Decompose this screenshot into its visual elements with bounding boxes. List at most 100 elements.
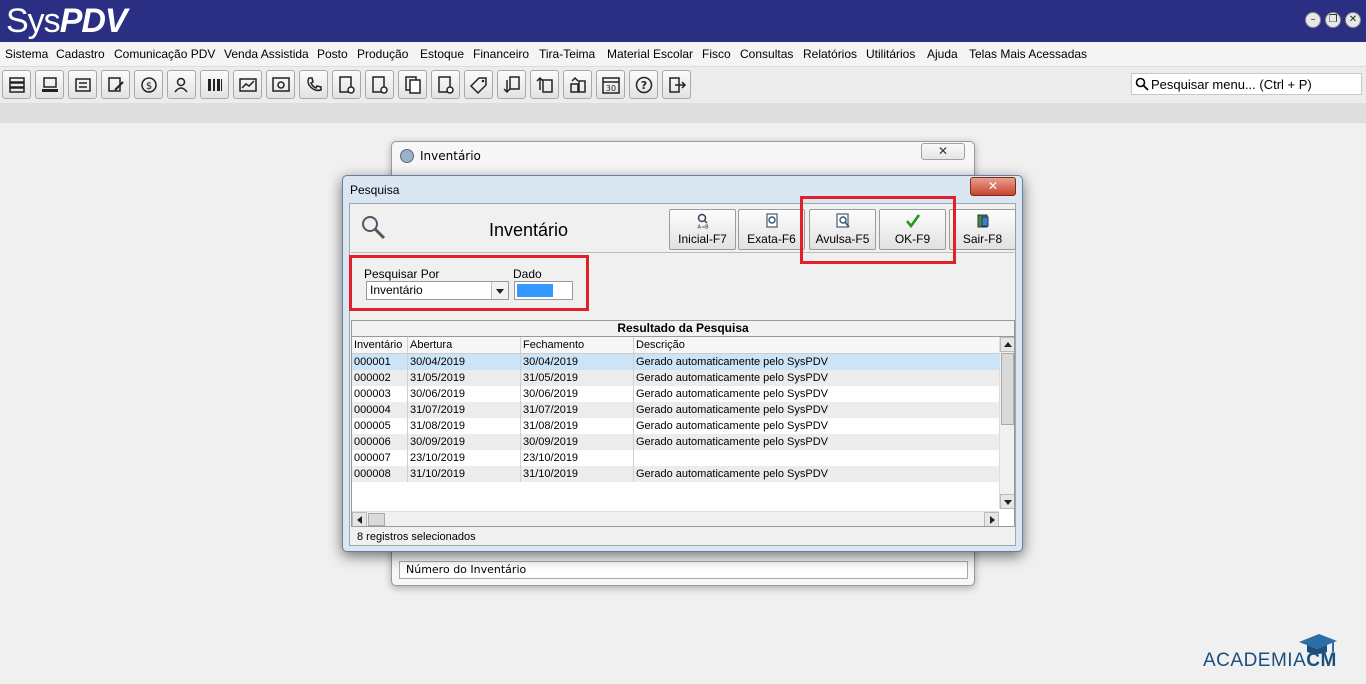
menu-search-input[interactable]: [1151, 75, 1356, 93]
menu-material-escolar[interactable]: Material Escolar: [607, 47, 693, 61]
menu-consultas[interactable]: Consultas: [740, 47, 793, 61]
cell-fechamento: 31/07/2019: [521, 402, 634, 418]
chart-icon: [238, 77, 257, 92]
sair-f8-button[interactable]: Sair-F8: [949, 209, 1016, 250]
horizontal-scrollbar[interactable]: [352, 511, 999, 526]
table-row[interactable]: 000003 30/06/2019 30/06/2019 Gerado automat…: [352, 386, 999, 402]
menu-comunicacao-pdv[interactable]: Comunicação PDV: [114, 47, 215, 61]
menu-telas-mais-acessadas[interactable]: Telas Mais Acessadas: [969, 47, 1087, 61]
vertical-scrollbar[interactable]: [999, 337, 1014, 509]
menu-cadastro[interactable]: Cadastro: [56, 47, 105, 61]
price-tag-icon: [469, 76, 487, 94]
toolbar-register-button[interactable]: [68, 70, 97, 99]
toolbar-finance-button[interactable]: $: [134, 70, 163, 99]
table-row[interactable]: 000005 31/08/2019 31/08/2019 Gerado automat…: [352, 418, 999, 434]
toolbar-screen-search-button[interactable]: [266, 70, 295, 99]
watermark-text-b: CM: [1306, 650, 1337, 671]
results-status: 8 registros selecionados: [357, 531, 476, 543]
inicial-f7-button[interactable]: A⇒B Inicial-F7: [669, 209, 736, 250]
cash-register-icon: [74, 77, 91, 92]
table-row[interactable]: 000006 30/09/2019 30/09/2019 Gerado automat…: [352, 434, 999, 450]
column-header-fechamento[interactable]: Fechamento: [521, 337, 634, 353]
results-grid-title: Resultado da Pesquisa: [352, 321, 1014, 337]
toolbar-separator-strip: [0, 103, 1366, 123]
menu-fisco[interactable]: Fisco: [702, 47, 731, 61]
pesquisa-dialog-title: Pesquisa: [350, 183, 400, 197]
menu-relatorios[interactable]: Relatórios: [803, 47, 857, 61]
cell-fechamento: 30/09/2019: [521, 434, 634, 450]
toolbar-users-button[interactable]: [167, 70, 196, 99]
toolbar-calendar-button[interactable]: 30: [596, 70, 625, 99]
scroll-down-button[interactable]: [1000, 494, 1014, 509]
cell-descricao: Gerado automaticamente pelo SysPDV: [636, 420, 828, 432]
table-row[interactable]: 000007 23/10/2019 23/10/2019: [352, 450, 999, 466]
menu-search-box: [1131, 73, 1362, 95]
logo-text-sys: Sys: [6, 2, 61, 40]
cell-inventario: 000005: [352, 418, 408, 434]
pesquisa-dialog-close-button[interactable]: ✕: [970, 177, 1016, 196]
table-row[interactable]: 000008 31/10/2019 31/10/2019 Gerado automat…: [352, 466, 999, 482]
menu-utilitarios[interactable]: Utilitários: [866, 47, 915, 61]
menu-financeiro[interactable]: Financeiro: [473, 47, 529, 61]
exit-door-icon: [977, 214, 989, 228]
restore-button[interactable]: ❐: [1325, 12, 1341, 28]
toolbar-chart-button[interactable]: [233, 70, 262, 99]
horizontal-scroll-thumb[interactable]: [368, 513, 385, 526]
table-row[interactable]: 000002 31/05/2019 31/05/2019 Gerado automat…: [352, 370, 999, 386]
exata-f6-button[interactable]: Exata-F6: [738, 209, 805, 250]
toolbar-exit-button[interactable]: [662, 70, 691, 99]
menu-producao[interactable]: Produção: [357, 47, 408, 61]
column-header-descricao[interactable]: Descrição: [634, 337, 999, 353]
svg-text:A⇒B: A⇒B: [697, 225, 709, 230]
toolbar-upload-button[interactable]: [530, 70, 559, 99]
scroll-right-button[interactable]: [984, 512, 999, 526]
cell-inventario: 000003: [352, 386, 408, 402]
cell-inventario: 000007: [352, 450, 408, 466]
scroll-up-button[interactable]: [1000, 337, 1014, 352]
cell-inventario: 000006: [352, 434, 408, 450]
stock-transfer-icon: [569, 76, 586, 93]
document-cancel-icon: [437, 75, 454, 94]
toolbar-grid-button[interactable]: [200, 70, 229, 99]
cell-abertura: 23/10/2019: [408, 450, 521, 466]
table-row[interactable]: 000004 31/07/2019 31/07/2019 Gerado automat…: [352, 402, 999, 418]
cell-descricao: Gerado automaticamente pelo SysPDV: [636, 356, 828, 368]
toolbar-tag-button[interactable]: [464, 70, 493, 99]
cell-abertura: 30/06/2019: [408, 386, 521, 402]
menu-estoque[interactable]: Estoque: [420, 47, 464, 61]
toolbar-doc-settings-button[interactable]: [332, 70, 361, 99]
toolbar-servers-button[interactable]: [2, 70, 31, 99]
toolbar-pdv-button[interactable]: [35, 70, 64, 99]
table-row[interactable]: 000001 30/04/2019 30/04/2019 Gerado automat…: [352, 354, 999, 370]
toolbar-download-button[interactable]: [497, 70, 526, 99]
cell-descricao: Gerado automaticamente pelo SysPDV: [636, 404, 828, 416]
column-header-abertura[interactable]: Abertura: [408, 337, 521, 353]
vertical-scroll-thumb[interactable]: [1001, 353, 1014, 425]
scroll-left-button[interactable]: [352, 512, 367, 526]
menu-tira-teima[interactable]: Tira-Teima: [539, 47, 595, 61]
cell-inventario: 000001: [352, 354, 408, 370]
toolbar-edit-button[interactable]: [101, 70, 130, 99]
toolbar-help-button[interactable]: ?: [629, 70, 658, 99]
toolbar-doc-cancel-button[interactable]: [431, 70, 460, 99]
cell-abertura: 30/04/2019: [408, 354, 521, 370]
minimize-button[interactable]: –: [1305, 12, 1321, 28]
toolbar-docs-button[interactable]: [398, 70, 427, 99]
menu-venda-assistida[interactable]: Venda Assistida: [224, 47, 309, 61]
money-cycle-icon: $: [140, 76, 157, 93]
document-check-icon: [371, 75, 388, 94]
menu-ajuda[interactable]: Ajuda: [927, 47, 958, 61]
logo-text-pdv: PDV: [59, 2, 128, 40]
inicial-f7-label: Inicial-F7: [678, 232, 727, 246]
toolbar-doc-check-button[interactable]: [365, 70, 394, 99]
column-header-inventario[interactable]: Inventário: [352, 337, 408, 353]
toolbar-phone-button[interactable]: [299, 70, 328, 99]
close-app-button[interactable]: ✕: [1345, 12, 1361, 28]
user-icon: [173, 77, 188, 92]
inventario-window-close-button[interactable]: ✕: [921, 143, 965, 160]
toolbar-stock-button[interactable]: [563, 70, 592, 99]
menu-posto[interactable]: Posto: [317, 47, 348, 61]
download-doc-icon: [502, 75, 520, 93]
phone-icon: [306, 76, 322, 91]
menu-sistema[interactable]: Sistema: [5, 47, 48, 61]
